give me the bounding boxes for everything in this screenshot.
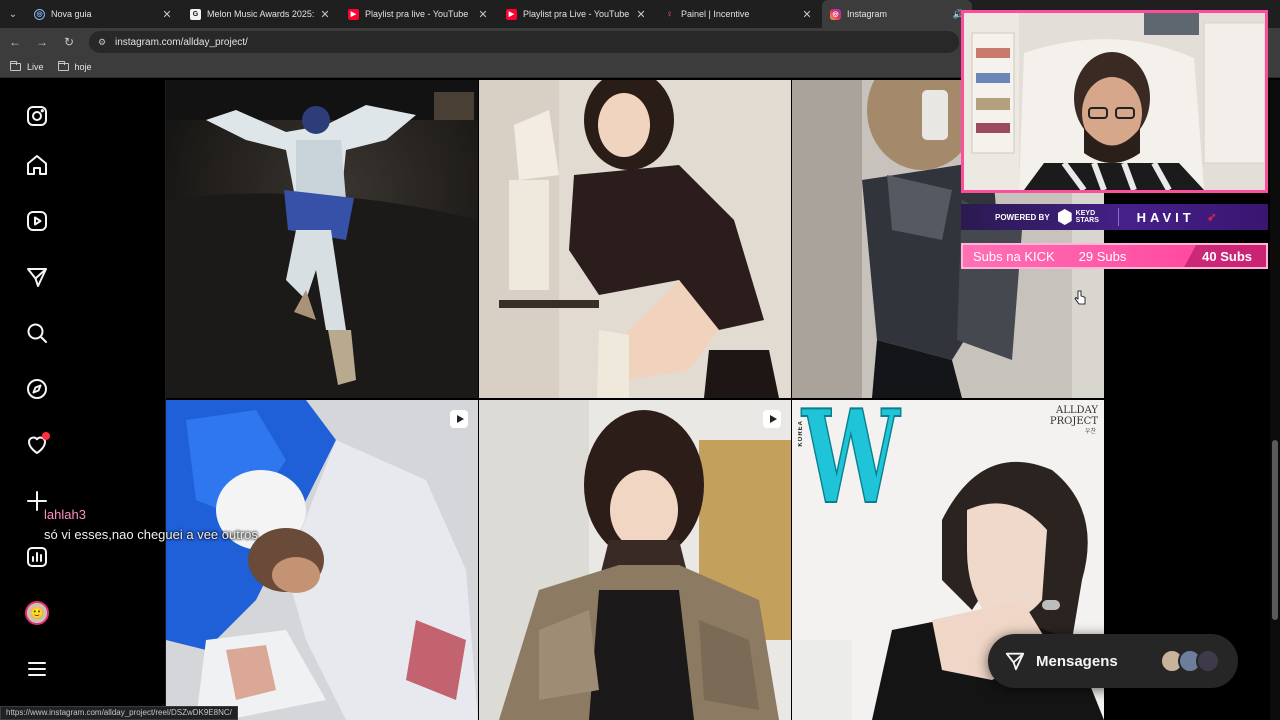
- reload-icon[interactable]: ↻: [57, 30, 81, 54]
- more-menu-icon[interactable]: [23, 655, 51, 683]
- tab-melon-awards[interactable]: G Melon Music Awards 2025: vejo ✕: [182, 0, 340, 28]
- subs-goal: 40 Subs: [1184, 245, 1266, 267]
- sponsor-banner: POWERED BY KEYD STARS HAVIT ➶: [961, 204, 1268, 230]
- status-bar-url: https://www.instagram.com/allday_project…: [0, 706, 238, 720]
- chat-username: lahlah3: [44, 507, 86, 522]
- close-tab-icon[interactable]: ✕: [634, 8, 648, 21]
- tab-nova-guia[interactable]: ◎ Nova guia ✕: [26, 0, 182, 28]
- youtube-icon: ▶: [348, 8, 359, 20]
- forward-icon[interactable]: →: [30, 30, 54, 54]
- havit-label: HAVIT: [1136, 209, 1195, 225]
- close-tab-icon[interactable]: ✕: [160, 8, 174, 21]
- search-icon[interactable]: [23, 319, 51, 347]
- tab-playlist-youtube-2[interactable]: ▶ Playlist pra Live - YouTube ✕: [498, 0, 656, 28]
- url-text: instagram.com/allday_project/: [115, 36, 248, 48]
- magazine-cover-line: ALLDAY PROJECT: [1049, 405, 1098, 427]
- tab-title: Instagram: [847, 9, 888, 19]
- magazine-masthead: W: [801, 400, 900, 533]
- reels-icon[interactable]: [23, 207, 51, 235]
- chrome-icon: ◎: [34, 8, 45, 20]
- explore-icon[interactable]: [23, 375, 51, 403]
- profile-avatar[interactable]: 🙂: [23, 599, 51, 627]
- tab-title: Playlist pra Live - YouTube: [523, 9, 630, 19]
- divider: [1117, 208, 1119, 226]
- powered-by-label: POWERED BY: [995, 212, 1050, 222]
- subs-label: Subs na KICK: [973, 248, 1055, 264]
- folder-icon: [10, 60, 21, 71]
- page-scrollbar[interactable]: [1270, 80, 1280, 720]
- reel-icon: [763, 410, 781, 428]
- avatar: 🙂: [25, 601, 49, 625]
- notification-badge: [42, 432, 50, 440]
- post-thumbnail[interactable]: [166, 80, 478, 398]
- post-thumbnail-reel[interactable]: [479, 400, 791, 720]
- tab-title: Nova guia: [51, 9, 92, 19]
- tab-playlist-youtube-1[interactable]: ▶ Playlist pra live - YouTube ✕: [340, 0, 498, 28]
- post-thumbnail-reel[interactable]: [166, 400, 478, 720]
- tab-title: Melon Music Awards 2025: vejo: [207, 9, 314, 19]
- reel-icon: [450, 410, 468, 428]
- incentive-icon: ♀: [665, 8, 674, 20]
- instagram-logo-icon[interactable]: [23, 102, 51, 130]
- subs-goal-bar: Subs na KICK 29 Subs 40 Subs: [961, 243, 1268, 269]
- news-icon: G: [190, 8, 201, 20]
- chat-message: só vi esses,nao cheguei a vee outros: [44, 527, 258, 542]
- instagram-icon: ◎: [830, 8, 841, 20]
- back-icon[interactable]: ←: [3, 30, 27, 54]
- instagram-sidebar: 🙂: [0, 80, 166, 720]
- site-settings-icon[interactable]: ⚙: [97, 37, 107, 47]
- direct-icon[interactable]: [23, 263, 51, 291]
- havit-logo-icon: ➶: [1206, 210, 1217, 224]
- message-avatars: [1160, 649, 1220, 673]
- post-thumbnail[interactable]: [479, 80, 791, 398]
- tab-instagram[interactable]: ◎ Instagram 🔊: [822, 0, 972, 28]
- bookmark-label: hoje: [74, 61, 92, 72]
- scrollbar-thumb[interactable]: [1272, 440, 1278, 620]
- avatar: [1196, 649, 1220, 673]
- subs-current: 29 Subs: [1078, 248, 1127, 264]
- magazine-cover-sub: 우찬: [1084, 429, 1096, 435]
- bookmark-label: Live: [27, 61, 44, 72]
- messages-button[interactable]: Mensagens: [988, 634, 1238, 688]
- tab-painel-incentive[interactable]: ♀ Painel | Incentive ✕: [656, 0, 822, 28]
- keyd-stars-logo-icon: [1057, 209, 1072, 225]
- direct-icon: [1005, 652, 1025, 671]
- tab-title: Playlist pra live - YouTube: [365, 9, 469, 19]
- messages-label: Mensagens: [1036, 652, 1118, 670]
- address-bar[interactable]: ⚙ instagram.com/allday_project/: [89, 31, 959, 53]
- keyd-stars-label: KEYD STARS: [1075, 210, 1099, 224]
- folder-icon: [57, 60, 69, 71]
- magazine-edition: KOREA: [798, 420, 804, 447]
- tab-title: Painel | Incentive: [681, 9, 750, 19]
- dashboard-icon[interactable]: [23, 543, 51, 571]
- bookmark-folder-live[interactable]: Live: [10, 60, 44, 72]
- close-tab-icon[interactable]: ✕: [800, 8, 814, 21]
- youtube-icon: ▶: [506, 8, 517, 20]
- close-tab-icon[interactable]: ✕: [476, 8, 490, 21]
- close-tab-icon[interactable]: ✕: [318, 8, 332, 21]
- notifications-icon[interactable]: [23, 431, 51, 459]
- bookmark-folder-hoje[interactable]: hoje: [57, 60, 92, 72]
- tab-search-menu-icon[interactable]: ⌄: [0, 0, 26, 28]
- hand-cursor-icon: [1074, 290, 1086, 311]
- webcam-overlay: [961, 10, 1268, 193]
- home-icon[interactable]: [23, 151, 51, 179]
